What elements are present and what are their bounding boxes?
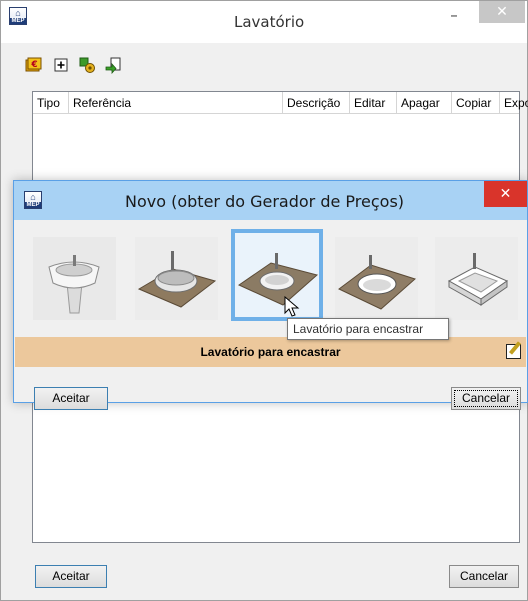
dialog-title: Novo (obter do Gerador de Preços) (125, 192, 405, 211)
undermount-basin-image (335, 237, 418, 320)
thumbnail-square-basin[interactable] (435, 237, 518, 320)
export-button[interactable] (103, 56, 123, 76)
add-button[interactable] (51, 56, 71, 76)
main-cancel-button[interactable]: Cancelar (449, 565, 519, 588)
window-title: Lavatório (234, 13, 305, 31)
new-item-dialog: ⌂ MEP Novo (obter do Gerador de Preços) ✕ (13, 180, 528, 410)
import-icon (79, 57, 95, 73)
edit-pencil-icon[interactable] (506, 341, 522, 359)
thumbnail-inset-basin[interactable] (231, 229, 323, 321)
price-generator-icon: € (25, 57, 42, 72)
column-header-apagar[interactable]: Apagar (397, 92, 452, 113)
pedestal-basin-image (33, 237, 116, 320)
selected-description: Lavatório para encastrar (200, 345, 341, 359)
import-button[interactable] (77, 56, 97, 76)
main-title-bar[interactable]: ⌂ MEP Lavatório – ✕ (1, 1, 527, 43)
square-basin-image (435, 237, 518, 320)
dialog-cancel-button[interactable]: Cancelar (451, 387, 521, 410)
description-bar: Lavatório para encastrar (15, 337, 526, 367)
thumbnail-undermount-basin[interactable] (335, 237, 418, 320)
close-button[interactable]: ✕ (479, 1, 525, 23)
app-logo-icon: ⌂ MEP (9, 7, 27, 25)
column-header-copiar[interactable]: Copiar (452, 92, 500, 113)
svg-text:€: € (30, 60, 37, 70)
minimize-button[interactable]: – (441, 5, 467, 25)
countertop-bowl-basin-image (135, 237, 218, 320)
column-header-exportar[interactable]: Exportar (500, 92, 528, 113)
add-icon (54, 58, 68, 72)
dialog-accept-button[interactable]: Aceitar (34, 387, 108, 410)
dialog-close-button[interactable]: ✕ (484, 181, 527, 207)
column-header-tipo[interactable]: Tipo (33, 92, 69, 113)
table-header: Tipo Referência Descrição Editar Apagar … (33, 92, 528, 114)
thumbnail-tooltip: Lavatório para encastrar (287, 318, 449, 340)
column-header-editar[interactable]: Editar (350, 92, 397, 113)
column-header-descricao[interactable]: Descrição (283, 92, 350, 113)
dialog-logo-icon: ⌂ MEP (24, 191, 42, 209)
export-arrow-icon (105, 57, 121, 75)
thumbnail-countertop-bowl-basin[interactable] (135, 237, 218, 320)
inset-basin-image (235, 233, 319, 317)
dialog-title-bar[interactable]: ⌂ MEP Novo (obter do Gerador de Preços) ✕ (14, 181, 527, 220)
main-accept-button[interactable]: Aceitar (35, 565, 107, 588)
thumbnail-pedestal-basin[interactable] (33, 237, 116, 320)
column-header-referencia[interactable]: Referência (69, 92, 283, 113)
price-generator-button[interactable]: € (23, 56, 43, 76)
basin-thumbnails (14, 229, 527, 329)
mouse-cursor-icon (284, 296, 300, 317)
